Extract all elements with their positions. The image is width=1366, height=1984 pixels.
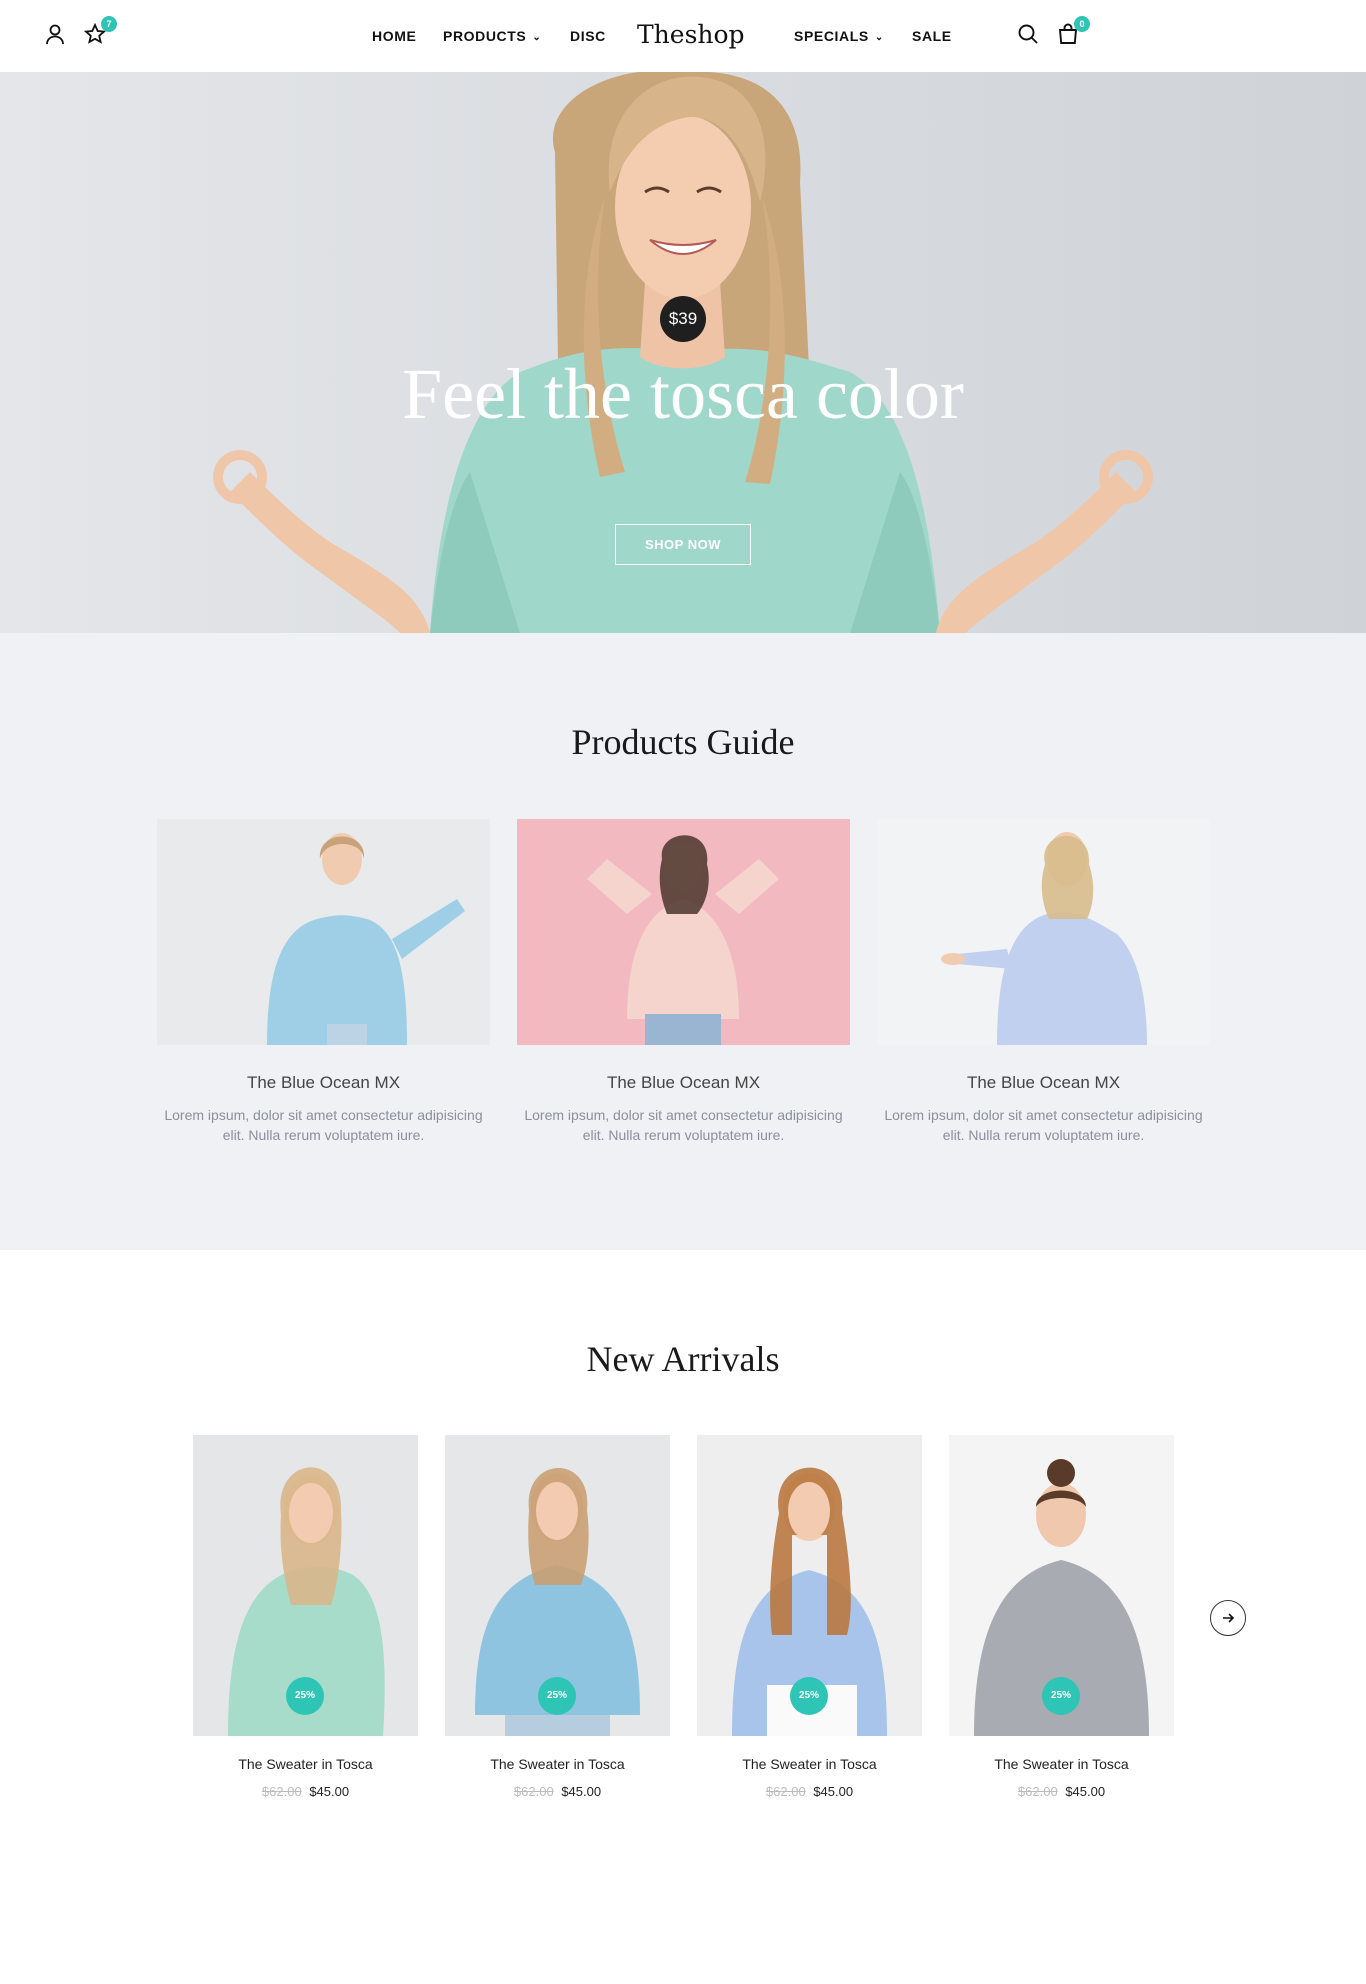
product-card[interactable]: 25% The Sweater in Tosca $62.00 $45.00	[697, 1435, 922, 1799]
nav-sale[interactable]: SALE	[912, 28, 952, 44]
new-arrivals-section: New Arrivals 25% The Sweater in Tosca $6…	[0, 1250, 1366, 1984]
current-price: $45.00	[1065, 1784, 1106, 1799]
guide-card[interactable]: The Blue Ocean MX Lorem ipsum, dolor sit…	[157, 819, 490, 1145]
product-card[interactable]: 25% The Sweater in Tosca $62.00 $45.00	[445, 1435, 670, 1799]
hero-price-bubble: $39	[660, 296, 706, 342]
old-price: $62.00	[513, 1784, 554, 1799]
product-image[interactable]: 25%	[697, 1435, 922, 1736]
old-price: $62.00	[765, 1784, 806, 1799]
hero-banner: $39 Feel the tosca color SHOP NOW	[0, 72, 1366, 633]
cart-button[interactable]: 0	[1056, 16, 1090, 50]
current-price: $45.00	[813, 1784, 854, 1799]
product-name[interactable]: The Sweater in Tosca	[445, 1756, 670, 1772]
chevron-down-icon: ⌄	[874, 32, 884, 43]
arrow-right-icon	[1223, 1613, 1235, 1623]
guide-item-desc: Lorem ipsum, dolor sit amet consectetur …	[524, 1107, 843, 1143]
discount-badge: 25%	[538, 1677, 576, 1715]
guide-item-desc: Lorem ipsum, dolor sit amet consectetur …	[884, 1107, 1203, 1143]
nav-specials[interactable]: SPECIALS ⌄	[794, 28, 884, 44]
cart-count-badge: 0	[1074, 16, 1090, 32]
nav-specials-label: SPECIALS	[794, 28, 869, 44]
old-price: $62.00	[1017, 1784, 1058, 1799]
discount-badge: 25%	[1042, 1677, 1080, 1715]
guide-item-name: The Blue Ocean MX	[246, 1073, 401, 1092]
guide-item-desc: Lorem ipsum, dolor sit amet consectetur …	[164, 1107, 483, 1143]
discount-badge: 25%	[286, 1677, 324, 1715]
current-price: $45.00	[309, 1784, 350, 1799]
products-guide-section: Products Guide The Blue Ocean MX Lorem i…	[0, 633, 1366, 1250]
product-image[interactable]: 25%	[445, 1435, 670, 1736]
search-button[interactable]	[1016, 22, 1044, 50]
nav-products[interactable]: PRODUCTS ⌄	[443, 28, 541, 44]
guide-card[interactable]: The Blue Ocean MX Lorem ipsum, dolor sit…	[517, 819, 850, 1145]
guide-image[interactable]	[517, 819, 850, 1045]
model-blue-sweater-image	[157, 819, 490, 1045]
guide-item-name: The Blue Ocean MX	[606, 1073, 761, 1092]
nav-products-label: PRODUCTS	[443, 28, 527, 44]
shop-now-button[interactable]: SHOP NOW	[615, 524, 751, 565]
hero-title: Feel the tosca color	[402, 354, 964, 434]
wishlist-button[interactable]: 7	[83, 16, 117, 50]
product-card[interactable]: 25% The Sweater in Tosca $62.00 $45.00	[949, 1435, 1174, 1799]
product-name[interactable]: The Sweater in Tosca	[697, 1756, 922, 1772]
product-prices: $62.00 $45.00	[697, 1784, 922, 1799]
section-title: New Arrivals	[586, 1339, 780, 1379]
wishlist-count-badge: 7	[101, 16, 117, 32]
model-pink-sweater-image	[517, 819, 850, 1045]
product-prices: $62.00 $45.00	[193, 1784, 418, 1799]
chevron-down-icon: ⌄	[532, 32, 542, 43]
product-name[interactable]: The Sweater in Tosca	[949, 1756, 1174, 1772]
product-card[interactable]: 25% The Sweater in Tosca $62.00 $45.00	[193, 1435, 418, 1799]
current-price: $45.00	[561, 1784, 602, 1799]
site-logo[interactable]: Theshop	[637, 20, 745, 49]
nav-home[interactable]: HOME	[372, 28, 416, 44]
product-image[interactable]: 25%	[193, 1435, 418, 1736]
guide-image[interactable]	[877, 819, 1210, 1045]
section-title: Products Guide	[571, 722, 795, 762]
discount-badge: 25%	[790, 1677, 828, 1715]
old-price: $62.00	[261, 1784, 302, 1799]
account-button[interactable]	[43, 22, 71, 50]
carousel-next-button[interactable]	[1210, 1600, 1246, 1636]
guide-image[interactable]	[157, 819, 490, 1045]
model-blue-shirt-image	[877, 819, 1210, 1045]
guide-item-name: The Blue Ocean MX	[966, 1073, 1121, 1092]
guide-card[interactable]: The Blue Ocean MX Lorem ipsum, dolor sit…	[877, 819, 1210, 1145]
product-name[interactable]: The Sweater in Tosca	[193, 1756, 418, 1772]
user-icon	[46, 24, 64, 45]
product-prices: $62.00 $45.00	[949, 1784, 1174, 1799]
product-prices: $62.00 $45.00	[445, 1784, 670, 1799]
search-icon	[1018, 24, 1038, 44]
site-header: 7 HOME PRODUCTS ⌄ DISC Theshop SPECIALS ⌄ …	[0, 0, 1366, 72]
product-image[interactable]: 25%	[949, 1435, 1174, 1736]
nav-disc[interactable]: DISC	[570, 28, 606, 44]
